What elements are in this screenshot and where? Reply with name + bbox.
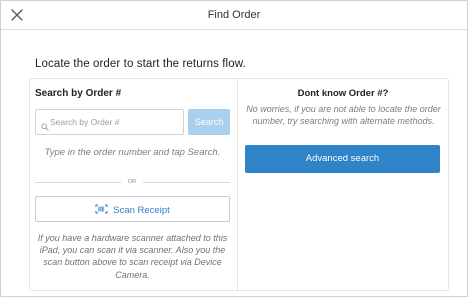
search-by-order-title: Search by Order # [35,88,122,99]
header-bar: Find Order [1,1,467,30]
advanced-search-button[interactable]: Advanced search [245,145,440,173]
search-hint: Type in the order number and tap Search. [44,147,221,158]
scan-receipt-label: Scan Receipt [113,204,170,216]
page-title: Find Order [207,9,261,21]
scan-receipt-button[interactable]: Scan Receipt [35,196,230,222]
or-label: OR [121,178,143,187]
search-icon [41,118,49,136]
column-divider [237,79,238,290]
scanner-hint: If you have a hardware scanner attached … [37,233,228,280]
dont-know-order-title: Dont know Order #? [297,88,389,99]
order-search-input[interactable] [50,111,180,133]
intro-text: Locate the order to start the returns fl… [35,58,246,70]
order-search-field[interactable] [35,109,184,135]
alternate-methods-description: No worries, if you are not able to locat… [246,104,441,127]
barcode-scan-icon [95,201,108,219]
search-button[interactable]: Search [188,109,230,135]
